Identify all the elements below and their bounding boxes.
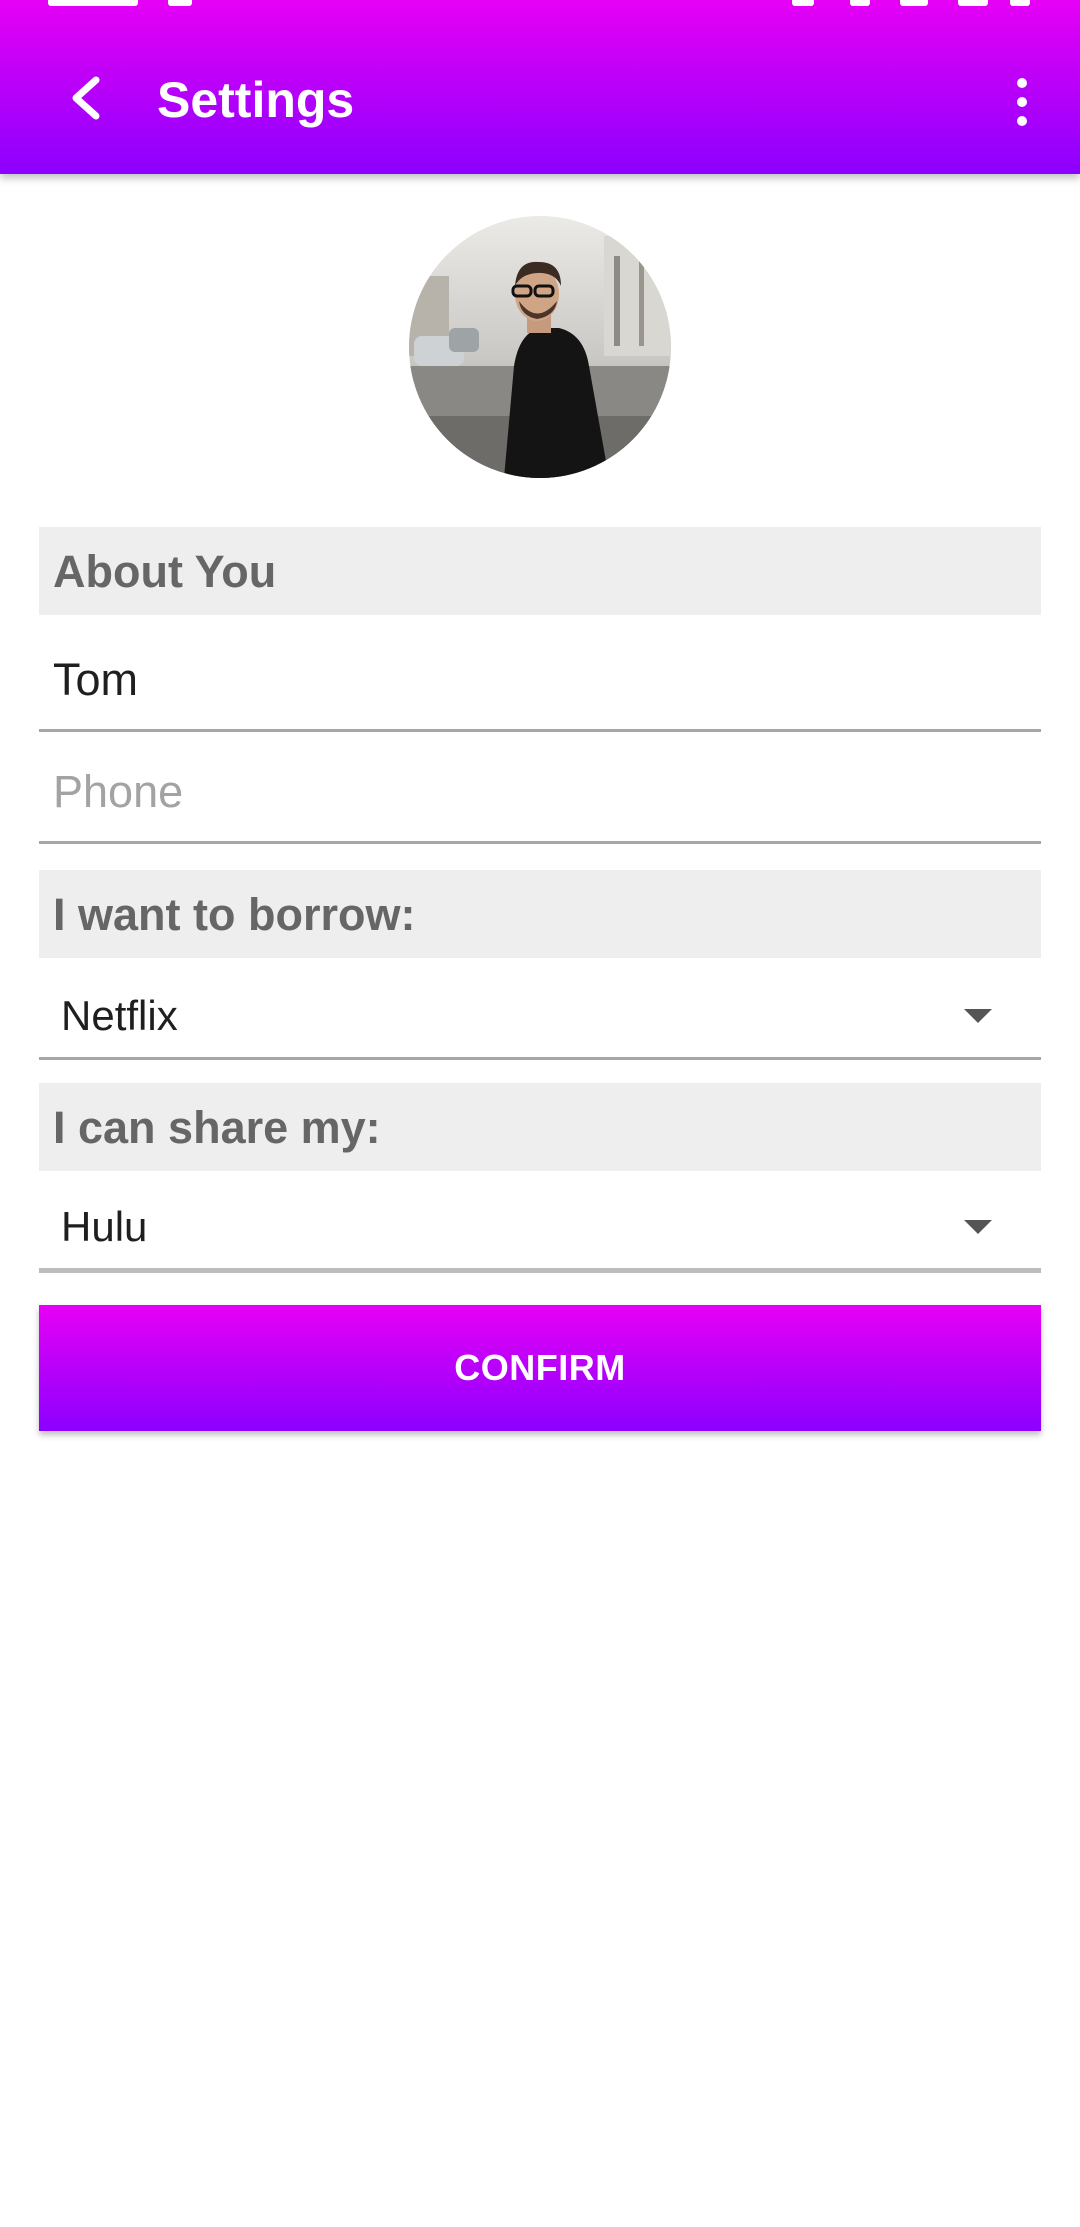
profile-photo — [409, 216, 671, 478]
app-bar: Settings — [0, 0, 1080, 174]
signal-icon — [958, 0, 988, 6]
more-vertical-icon — [1017, 78, 1027, 88]
alarm-icon — [792, 0, 814, 6]
chevron-left-icon — [72, 76, 100, 120]
name-field[interactable]: Tom — [39, 629, 1041, 732]
more-options-button[interactable] — [990, 66, 1054, 138]
status-bar — [0, 0, 1080, 18]
phone-field[interactable]: Phone — [39, 741, 1041, 844]
phone-placeholder: Phone — [53, 766, 184, 817]
borrow-dropdown[interactable]: Netflix — [39, 969, 1041, 1060]
borrow-selected-value: Netflix — [61, 992, 178, 1039]
dropdown-arrow-icon — [964, 1220, 992, 1234]
notification-icon — [168, 0, 192, 6]
about-heading: About You — [53, 546, 277, 597]
status-time — [48, 0, 138, 6]
borrow-section-header: I want to borrow: — [39, 870, 1041, 958]
confirm-button[interactable]: CONFIRM — [39, 1305, 1041, 1431]
name-value: Tom — [53, 654, 139, 705]
share-dropdown[interactable]: Hulu — [39, 1180, 1041, 1273]
battery-icon — [1010, 0, 1030, 6]
wifi-icon — [900, 0, 928, 6]
share-selected-value: Hulu — [61, 1203, 148, 1250]
page-title: Settings — [157, 72, 355, 128]
share-section-header: I can share my: — [39, 1083, 1041, 1171]
more-vertical-icon-dot — [1017, 116, 1027, 126]
about-section-header: About You — [39, 527, 1041, 615]
back-button[interactable] — [50, 62, 122, 134]
borrow-heading: I want to borrow: — [53, 889, 416, 940]
vibrate-icon — [850, 0, 870, 6]
share-heading: I can share my: — [53, 1102, 381, 1153]
dropdown-arrow-icon — [964, 1009, 992, 1023]
more-vertical-icon-dot — [1017, 97, 1027, 107]
avatar[interactable] — [409, 216, 671, 478]
